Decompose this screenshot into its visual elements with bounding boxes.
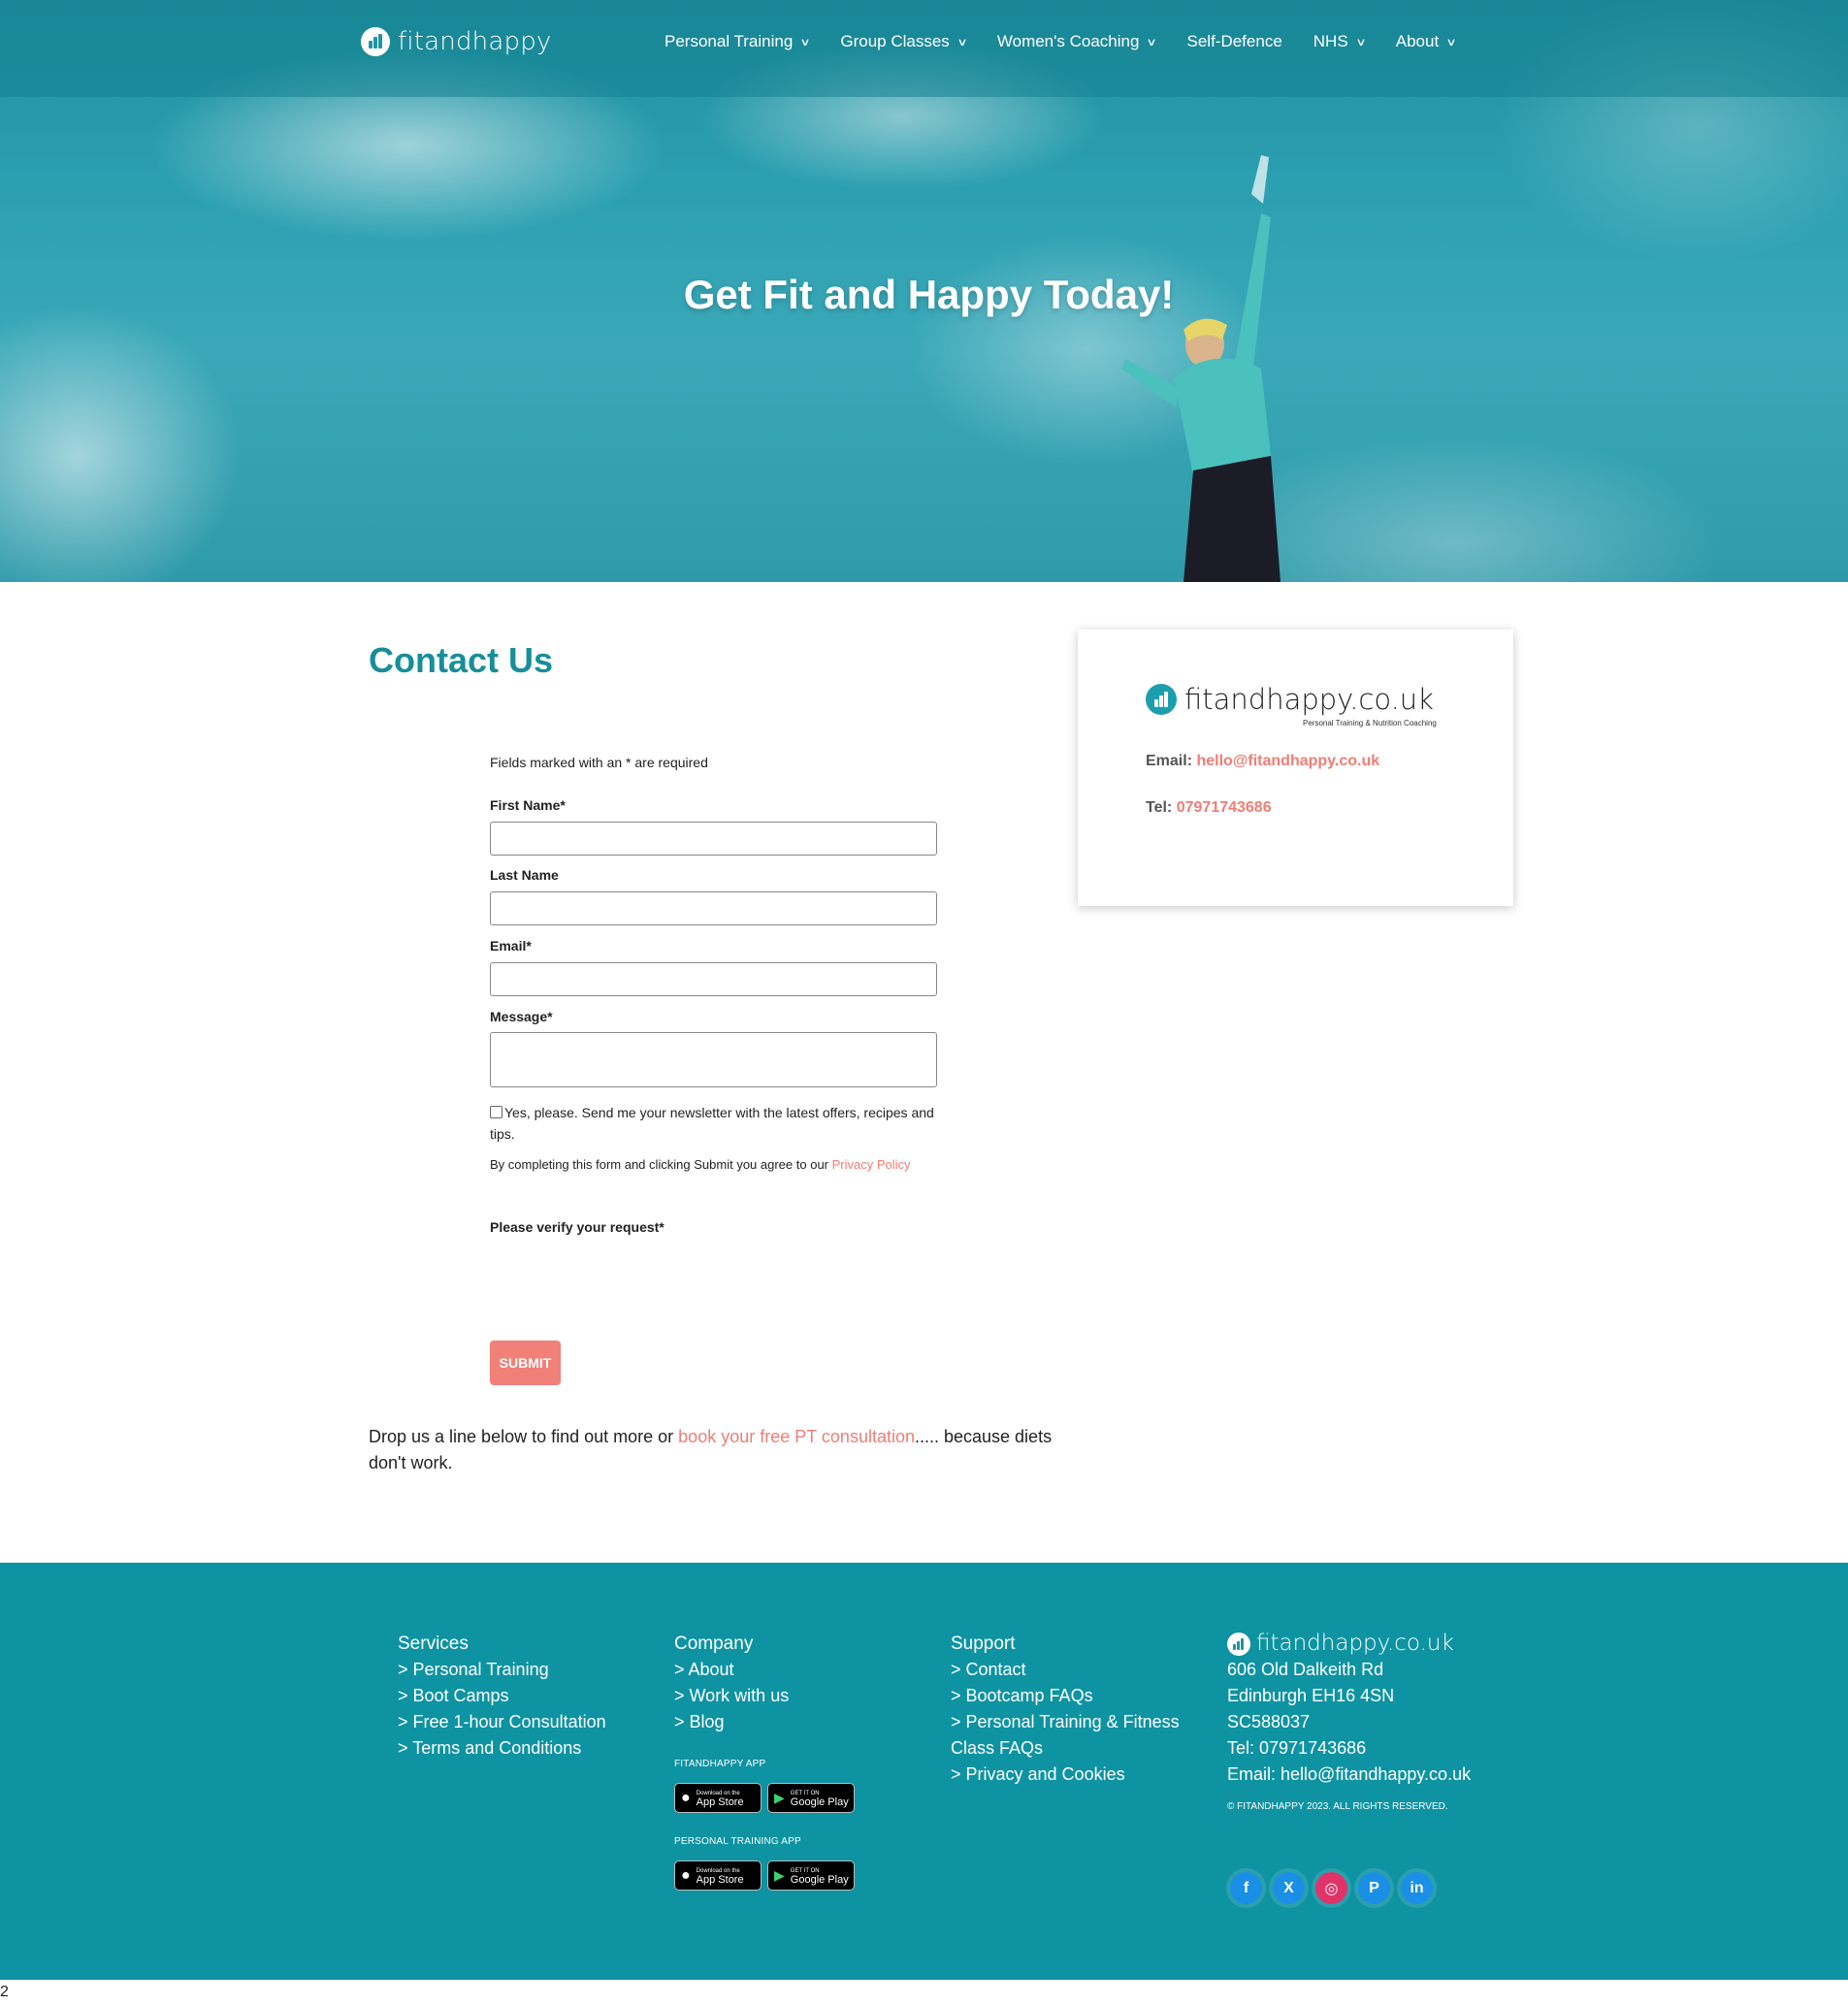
copyright: © FITANDHAPPY 2023. ALL RIGHTS RESERVED.: [1227, 1801, 1448, 1812]
footer-heading: Company: [674, 1633, 754, 1654]
footer-link-pt-faqs[interactable]: > Personal Training & Fitness Class FAQs: [951, 1709, 1183, 1762]
card-email: Email: hello@fitandhappy.co.uk: [1146, 753, 1380, 769]
footer-phone: Tel: 07971743686: [1227, 1738, 1367, 1758]
book-consultation-link[interactable]: book your free PT consultation: [678, 1427, 915, 1446]
logo-text: fitandhappy: [398, 27, 552, 56]
email-label: Email*: [490, 938, 532, 954]
nav-nhs[interactable]: NHS ∨: [1313, 32, 1367, 51]
footer-link-bootcamp-faqs[interactable]: > Bootcamp FAQs: [951, 1683, 1183, 1709]
card-tagline: Personal Training & Nutrition Coaching: [1303, 719, 1437, 728]
footer-link-contact[interactable]: > Contact: [951, 1657, 1183, 1683]
footer-services: Services > Personal Training > Boot Camp…: [398, 1631, 606, 1762]
instagram-icon[interactable]: ◎: [1315, 1872, 1347, 1904]
chevron-down-icon: ∨: [1445, 36, 1457, 49]
submit-button[interactable]: SUBMIT: [490, 1341, 561, 1385]
logo-chart-icon: [1227, 1632, 1250, 1656]
pinterest-icon[interactable]: P: [1358, 1872, 1390, 1904]
verify-label: Please verify your request*: [490, 1219, 665, 1235]
apple-icon: ●: [681, 1790, 691, 1806]
footer-link-blog[interactable]: > Blog: [674, 1709, 855, 1735]
footer-company: Company > About > Work with us > Blog FI…: [674, 1631, 855, 1891]
linkedin-icon[interactable]: in: [1401, 1872, 1433, 1904]
footer-link-boot-camps[interactable]: > Boot Camps: [398, 1683, 606, 1709]
app-badges: ● Download on the App Store ▶ GET IT ON Go…: [674, 1783, 855, 1813]
consent-text: By completing this form and clicking Sub…: [490, 1157, 911, 1172]
nav-womens-coaching[interactable]: Women's Coaching ∨: [997, 32, 1158, 51]
footer-link-personal-training[interactable]: > Personal Training: [398, 1657, 606, 1683]
chevron-down-icon: ∨: [1146, 36, 1158, 49]
footer-email: Email: hello@fitandhappy.co.uk: [1227, 1764, 1472, 1784]
app-store-badge[interactable]: ● Download on the App Store: [674, 1783, 762, 1813]
nav-about[interactable]: About ∨: [1396, 32, 1457, 51]
google-play-badge[interactable]: ▶ GET IT ON Google Play: [767, 1860, 855, 1891]
site-logo[interactable]: fitandhappy: [361, 27, 552, 56]
site-footer: Services > Personal Training > Boot Camp…: [0, 1563, 1848, 1980]
footer-link-about[interactable]: > About: [674, 1657, 855, 1683]
contact-card: fitandhappy.co.uk Personal Training & Nu…: [1078, 630, 1513, 906]
chevron-down-icon: ∨: [956, 36, 968, 49]
app-badges: ● Download on the App Store ▶ GET IT ON Go…: [674, 1860, 855, 1891]
footer-link-consultation[interactable]: > Free 1-hour Consultation: [398, 1709, 606, 1735]
last-name-label: Last Name: [490, 867, 559, 883]
play-icon: ▶: [774, 1867, 785, 1883]
footer-heading: Support: [951, 1633, 1016, 1654]
message-label: Message*: [490, 1009, 553, 1024]
email-field[interactable]: [490, 962, 937, 996]
page-title: Contact Us: [369, 640, 554, 680]
card-logo: fitandhappy.co.uk: [1146, 683, 1434, 716]
newsletter-checkbox[interactable]: [490, 1106, 503, 1118]
footer-heading: Services: [398, 1633, 469, 1654]
hero-section: fitandhappy Personal Training ∨ Group Cla…: [0, 0, 1848, 582]
nav-self-defence[interactable]: Self-Defence: [1187, 32, 1282, 51]
social-links: f X ◎ P in: [1230, 1872, 1433, 1904]
app-label: FITANDHAPPY APP: [674, 1759, 766, 1769]
hero-athlete-image: [1121, 155, 1281, 582]
chevron-down-icon: ∨: [1355, 36, 1367, 49]
logo-chart-icon: [1146, 684, 1177, 715]
footer-logo[interactable]: fitandhappy.co.uk: [1227, 1631, 1471, 1657]
play-icon: ▶: [774, 1790, 785, 1805]
footer-link-terms[interactable]: > Terms and Conditions: [398, 1735, 606, 1762]
hero-title: Get Fit and Happy Today!: [683, 272, 1175, 317]
nav-group-classes[interactable]: Group Classes ∨: [840, 32, 968, 51]
chevron-down-icon: ∨: [799, 36, 811, 49]
facebook-icon[interactable]: f: [1230, 1872, 1262, 1904]
required-note: Fields marked with an * are required: [490, 755, 708, 770]
email-link[interactable]: hello@fitandhappy.co.uk: [1196, 753, 1379, 769]
apple-icon: ●: [681, 1867, 691, 1884]
address-line: 606 Old Dalkeith Rd: [1227, 1660, 1384, 1679]
logo-chart-icon: [361, 27, 390, 56]
app-store-badge[interactable]: ● Download on the App Store: [674, 1860, 762, 1891]
app-label: PERSONAL TRAINING APP: [674, 1836, 801, 1847]
footer-address: fitandhappy.co.uk 606 Old Dalkeith Rd Ed…: [1227, 1631, 1471, 1820]
page-marker: 2: [0, 1984, 9, 2000]
phone-link[interactable]: 07971743686: [1177, 799, 1272, 816]
first-name-label: First Name*: [490, 797, 566, 813]
main-nav: Personal Training ∨ Group Classes ∨ Women'…: [665, 32, 1486, 51]
company-number: SC588037: [1227, 1712, 1311, 1731]
message-field[interactable]: [490, 1032, 937, 1087]
google-play-badge[interactable]: ▶ GET IT ON Google Play: [767, 1783, 855, 1813]
newsletter-row: Yes, please. Send me your newsletter wit…: [490, 1102, 938, 1145]
footer-link-work-with-us[interactable]: > Work with us: [674, 1683, 855, 1709]
card-tel: Tel: 07971743686: [1146, 799, 1272, 816]
newsletter-label: Yes, please. Send me your newsletter wit…: [490, 1105, 934, 1142]
address-line: Edinburgh EH16 4SN: [1227, 1686, 1395, 1705]
consultation-text: Drop us a line below to find out more or…: [369, 1427, 1053, 1472]
footer-support: Support > Contact > Bootcamp FAQs > Pers…: [951, 1631, 1183, 1788]
nav-personal-training[interactable]: Personal Training ∨: [665, 32, 811, 51]
x-icon[interactable]: X: [1273, 1872, 1305, 1904]
privacy-policy-link[interactable]: Privacy Policy: [832, 1157, 911, 1172]
last-name-field[interactable]: [490, 891, 937, 925]
first-name-field[interactable]: [490, 822, 937, 856]
footer-link-privacy[interactable]: > Privacy and Cookies: [951, 1762, 1183, 1788]
